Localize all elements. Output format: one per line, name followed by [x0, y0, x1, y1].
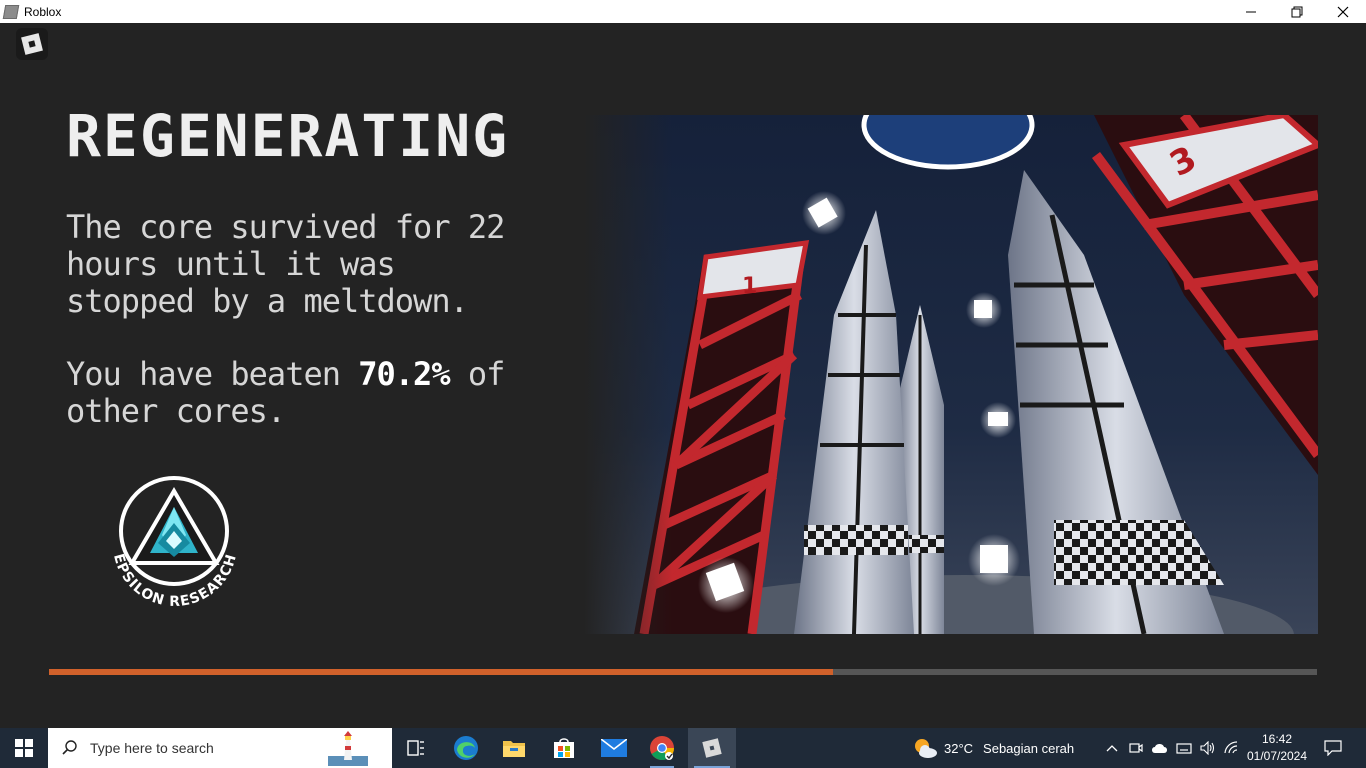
beaten-text: You have beaten 70.2% of other cores.	[66, 356, 536, 430]
taskbar-clock[interactable]: 16:42 01/07/2024	[1244, 731, 1310, 765]
keyboard-icon	[1176, 743, 1192, 754]
roblox-menu-button[interactable]	[16, 28, 48, 60]
weather-temperature: 32°C	[944, 740, 974, 756]
meet-now-button[interactable]	[1124, 728, 1148, 768]
task-view-button[interactable]	[392, 728, 440, 768]
minimize-icon	[1246, 11, 1256, 12]
survival-text: The core survived for 22 hours until it …	[66, 208, 505, 320]
lighthouse-icon	[328, 731, 368, 766]
windows-icon	[15, 739, 33, 757]
network-button[interactable]	[1220, 728, 1244, 768]
partly-sunny-icon	[915, 739, 937, 758]
edge-icon	[454, 736, 478, 760]
roblox-icon	[2, 4, 20, 19]
action-center-button[interactable]	[1318, 728, 1348, 768]
window-controls	[1228, 0, 1366, 23]
taskbar-store[interactable]	[540, 728, 588, 768]
taskbar-file-explorer[interactable]	[490, 728, 538, 768]
cloud-icon	[1152, 744, 1167, 753]
volume-button[interactable]	[1196, 728, 1220, 768]
status-heading: REGENERATING	[66, 102, 510, 170]
restore-icon	[1291, 6, 1303, 17]
weather-widget[interactable]: 32°C Sebagian cerah	[912, 728, 1074, 768]
taskbar-search[interactable]: Type here to search	[48, 728, 392, 768]
restore-button[interactable]	[1274, 0, 1320, 23]
notification-icon	[1324, 740, 1342, 756]
roblox-logo-icon	[21, 33, 43, 55]
search-placeholder: Type here to search	[90, 740, 214, 756]
regeneration-progress-bar	[49, 669, 1317, 675]
chevron-up-icon	[1106, 745, 1118, 752]
taskbar-edge[interactable]	[442, 728, 490, 768]
input-method-button[interactable]	[1172, 728, 1196, 768]
weather-condition: Sebagian cerah	[983, 740, 1075, 756]
rocket-silo-image: 1 3	[584, 115, 1318, 634]
window-title: Roblox	[24, 4, 62, 19]
mail-icon	[601, 739, 627, 757]
taskbar-roblox[interactable]	[688, 728, 736, 768]
chrome-icon	[650, 736, 674, 761]
clock-date: 01/07/2024	[1246, 749, 1308, 763]
progress-fill	[49, 669, 833, 675]
task-view-icon	[407, 740, 424, 756]
show-hidden-icons-button[interactable]	[1100, 728, 1124, 768]
system-tray	[1100, 728, 1244, 768]
onedrive-button[interactable]	[1148, 728, 1172, 768]
camera-icon	[1129, 743, 1143, 753]
game-viewport[interactable]: REGENERATING The core survived for 22 ho…	[0, 23, 1366, 728]
start-button[interactable]	[0, 728, 48, 768]
beaten-prefix: You have beaten	[66, 355, 359, 393]
wifi-icon	[1224, 741, 1238, 754]
close-icon	[1337, 6, 1349, 17]
clock-time: 16:42	[1261, 732, 1293, 746]
store-icon	[554, 738, 574, 758]
epsilon-research-logo: EPSILON RESEARCH	[100, 473, 250, 618]
file-explorer-icon	[503, 741, 525, 757]
minimize-button[interactable]	[1228, 0, 1274, 23]
speaker-icon	[1200, 741, 1215, 755]
close-button[interactable]	[1320, 0, 1366, 23]
beaten-percent: 70.2%	[358, 355, 450, 393]
taskbar-chrome[interactable]	[638, 728, 686, 768]
search-icon	[62, 740, 77, 755]
taskbar-mail[interactable]	[590, 728, 638, 768]
taskbar: Type here to search 32°C Sebagian cerah …	[0, 728, 1366, 768]
title-bar: Roblox	[0, 0, 1366, 23]
roblox-icon	[702, 738, 722, 758]
